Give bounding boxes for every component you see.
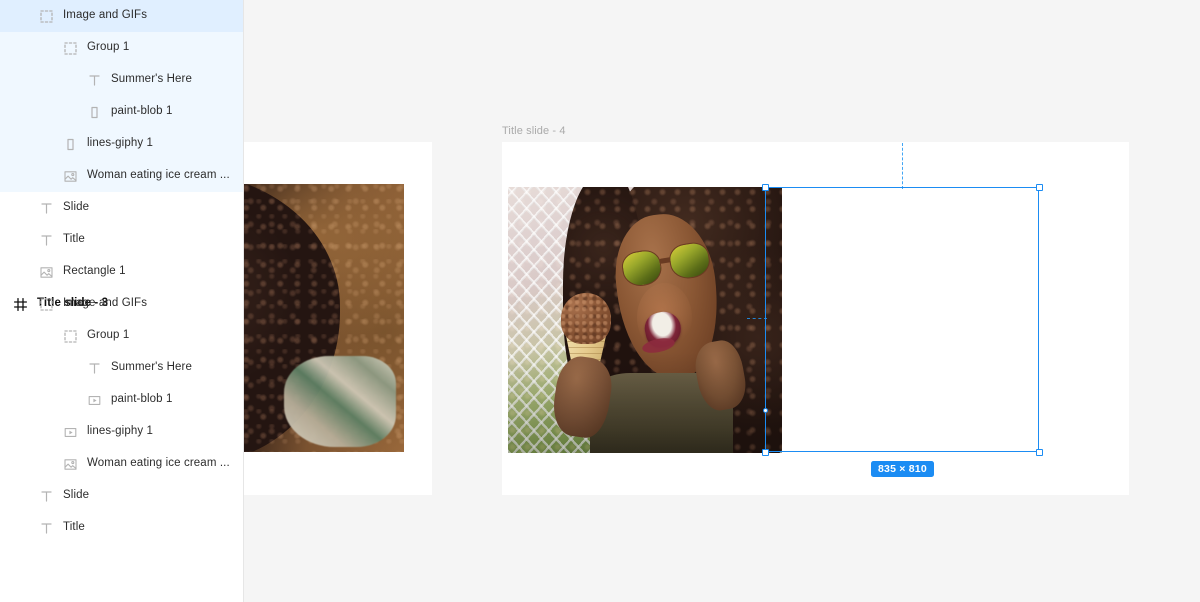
layer-label: Slide: [63, 201, 90, 214]
layer-row[interactable]: paint-blob 1: [0, 384, 243, 416]
layer-row[interactable]: Slide: [0, 480, 243, 512]
frame-label-title-slide-4: Title slide - 4: [502, 125, 566, 137]
layer-row[interactable]: Title: [0, 512, 243, 544]
layer-row[interactable]: lines-giphy 1: [0, 128, 243, 160]
layer-row[interactable]: Slide: [0, 192, 243, 224]
frame-title-slide-3[interactable]: Title slide - 3: [244, 142, 432, 495]
photo-curly-hair[interactable]: [244, 184, 404, 452]
layer-label: Woman eating ice cream ...: [87, 457, 230, 470]
figma-window: Title slide - 4 Image and GIFs Group 1 Summ…: [0, 0, 1200, 602]
text-icon: [86, 360, 102, 376]
group-icon: [38, 8, 54, 24]
layer-label: Image and GIFs: [63, 9, 148, 22]
design-canvas[interactable]: Title slide - 3 Title slide - 4: [244, 0, 1200, 602]
text-icon: [38, 200, 54, 216]
layer-label: paint-blob 1: [111, 393, 173, 406]
photo-woman-eating-ice-cream[interactable]: [508, 187, 782, 453]
group-icon: [62, 328, 78, 344]
layer-label: Group 1: [87, 41, 130, 54]
layer-row[interactable]: lines-giphy 1: [0, 416, 243, 448]
layer-label: Rectangle 1: [63, 265, 126, 278]
layer-row[interactable]: Image and GIFs: [0, 0, 243, 32]
layer-label: Group 1: [87, 329, 130, 342]
group-icon: [38, 296, 54, 312]
layer-label: Title: [63, 233, 85, 246]
layer-row[interactable]: Group 1: [0, 320, 243, 352]
layer-row[interactable]: Image and GIFs: [0, 288, 243, 320]
layers-panel[interactable]: Title slide - 4Image and GIFsGroup 1Summ…: [0, 0, 244, 602]
photo-curly-hair-fabric: [284, 355, 396, 447]
layers-list[interactable]: Title slide - 4Image and GIFsGroup 1Summ…: [0, 0, 243, 544]
layer-row[interactable]: Group 1: [0, 32, 243, 64]
text-icon: [86, 72, 102, 88]
layer-row[interactable]: Woman eating ice cream ...: [0, 160, 243, 192]
layer-row[interactable]: Rectangle 1: [0, 256, 243, 288]
layer-label: Summer's Here: [111, 361, 193, 374]
image-icon: [62, 168, 78, 184]
selection-size-badge: 835 × 810: [871, 461, 934, 477]
layer-row[interactable]: Woman eating ice cream ...: [0, 448, 243, 480]
layer-label: Woman eating ice cream ...: [87, 169, 230, 182]
alignment-guide-horizontal: [747, 318, 767, 319]
image-icon: [38, 264, 54, 280]
image-icon: [62, 456, 78, 472]
layer-row[interactable]: Summer's Here: [0, 64, 243, 96]
layer-label: Slide: [63, 489, 90, 502]
text-icon: [38, 520, 54, 536]
layer-row[interactable]: paint-blob 1: [0, 96, 243, 128]
alignment-guide-vertical: [902, 143, 903, 189]
text-icon: [38, 488, 54, 504]
layer-label: lines-giphy 1: [87, 137, 154, 150]
layer-row[interactable]: Summer's Here: [0, 352, 243, 384]
text-icon: [38, 232, 54, 248]
layer-label: lines-giphy 1: [87, 425, 154, 438]
layer-label: Summer's Here: [111, 73, 193, 86]
layer-label: Title: [63, 521, 85, 534]
photo-vignette: [508, 187, 782, 453]
gif-icon: [86, 392, 102, 408]
layer-label: paint-blob 1: [111, 105, 173, 118]
vector-icon: [86, 104, 102, 120]
vector-icon: [62, 136, 78, 152]
gif-icon: [62, 424, 78, 440]
layer-row[interactable]: Title: [0, 224, 243, 256]
layer-label: Image and GIFs: [63, 297, 148, 310]
group-icon: [62, 40, 78, 56]
